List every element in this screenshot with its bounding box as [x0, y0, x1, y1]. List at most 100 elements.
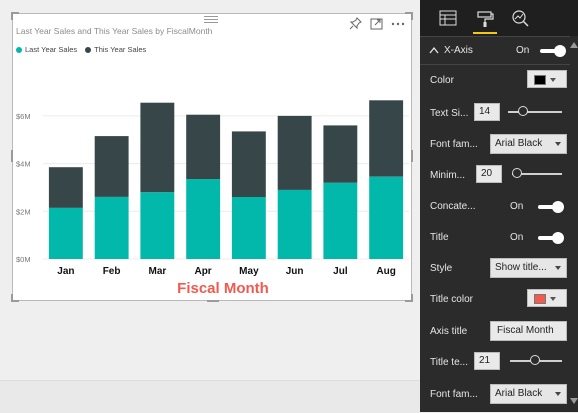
text-size-slider[interactable]	[508, 111, 562, 113]
font-family-label: Font fam...	[430, 139, 478, 150]
text-size-input[interactable]: 14	[474, 103, 500, 121]
format-pane: X-Axis On Color Text Si... 14 Font fam..…	[420, 0, 578, 412]
section-divider	[420, 64, 570, 65]
axis-title-row: Axis title Fiscal Month	[420, 319, 570, 345]
section-label: X-Axis	[444, 45, 473, 56]
bar-last-year-jul[interactable]	[323, 182, 358, 259]
y-tick-label: $6M	[16, 112, 31, 121]
concatenate-row: Concate... On	[420, 194, 570, 220]
font-family-value-2: Arial Black	[495, 388, 543, 399]
title-text-size-row: Title te... 21	[420, 350, 570, 376]
stacked-column-chart-visual[interactable]: Last Year Sales and This Year Sales by F…	[11, 12, 413, 302]
bar-this-year-aug[interactable]	[369, 100, 404, 177]
bar-last-year-jun[interactable]	[277, 189, 312, 259]
font-family-dropdown[interactable]: Arial Black	[490, 134, 567, 154]
color-label: Color	[430, 75, 454, 86]
y-tick-label: $2M	[16, 207, 31, 216]
bar-this-year-may[interactable]	[231, 131, 266, 197]
minimum-input[interactable]: 20	[476, 165, 502, 183]
text-size-label: Text Si...	[430, 108, 469, 119]
bar-this-year-mar[interactable]	[140, 102, 175, 193]
title-text-size-label: Title te...	[430, 357, 468, 368]
tab-analytics[interactable]	[508, 6, 532, 30]
style-row: Style Show title...	[420, 256, 570, 282]
bar-last-year-jan[interactable]	[48, 207, 83, 259]
x-tick-label: Feb	[103, 266, 121, 277]
y-tick-label: $0M	[16, 255, 31, 264]
bar-this-year-apr[interactable]	[186, 114, 221, 180]
pane-divider	[420, 36, 578, 37]
fields-icon	[439, 10, 457, 26]
bar-last-year-apr[interactable]	[186, 179, 221, 259]
color-swatch	[534, 75, 546, 85]
x-tick-label: Mar	[149, 266, 167, 277]
chevron-up-icon[interactable]	[429, 46, 439, 54]
title-color-swatch	[534, 294, 546, 304]
chevron-down-icon	[550, 78, 556, 82]
pane-scrollbar[interactable]	[570, 36, 578, 412]
axis-title-input[interactable]: Fiscal Month	[490, 321, 567, 341]
x-tick-label: Apr	[194, 266, 211, 277]
title-label: Title	[430, 232, 449, 243]
bar-this-year-jul[interactable]	[323, 125, 358, 183]
resize-handle-bottom-right-v[interactable]	[411, 294, 413, 302]
bar-last-year-may[interactable]	[231, 197, 266, 259]
style-dropdown[interactable]: Show title...	[490, 258, 567, 278]
font-family-dropdown-2[interactable]: Arial Black	[490, 384, 567, 404]
x-tick-label: Aug	[376, 266, 395, 277]
chevron-down-icon	[550, 297, 556, 301]
bar-this-year-jan[interactable]	[48, 167, 83, 208]
x-tick-label: Jul	[333, 266, 348, 277]
title-color-row: Title color	[420, 287, 570, 313]
x-tick-label: May	[239, 266, 259, 277]
x-axis-toggle[interactable]	[540, 44, 566, 58]
toggle-knob	[552, 232, 564, 244]
resize-handle-right[interactable]	[411, 150, 413, 162]
bar-last-year-mar[interactable]	[140, 192, 175, 259]
bar-this-year-jun[interactable]	[277, 115, 312, 190]
font-family-row: Font fam... Arial Black	[420, 132, 570, 158]
axis-title-label: Axis title	[430, 326, 468, 337]
chevron-down-icon	[555, 392, 561, 396]
title-color-label: Title color	[430, 294, 473, 305]
chevron-down-icon	[555, 142, 561, 146]
title-text-size-input[interactable]: 21	[474, 352, 500, 370]
x-tick-label: Jan	[57, 266, 74, 277]
text-size-slider-handle[interactable]	[518, 106, 528, 116]
minimum-row: Minim... 20	[420, 163, 570, 189]
title-toggle[interactable]	[538, 231, 564, 245]
font-family-label-2: Font fam...	[430, 389, 478, 400]
title-text-size-slider-handle[interactable]	[530, 355, 540, 365]
concatenate-toggle[interactable]	[538, 200, 564, 214]
analytics-icon	[512, 10, 529, 27]
title-color-picker-button[interactable]	[527, 289, 567, 307]
resize-handle-top-right-v[interactable]	[411, 12, 413, 20]
minimum-slider-handle[interactable]	[512, 168, 522, 178]
concatenate-toggle-text: On	[510, 201, 524, 212]
color-picker-button[interactable]	[527, 70, 567, 88]
title-toggle-text: On	[510, 232, 524, 243]
chevron-down-icon	[555, 266, 561, 270]
font-family-row-2: Font fam... Arial Black	[420, 382, 570, 408]
page-tabs-bar	[0, 380, 420, 413]
concatenate-label: Concate...	[430, 201, 476, 212]
title-row: Title On	[420, 225, 570, 251]
section-toggle-text: On	[516, 45, 530, 56]
scroll-down-icon[interactable]	[570, 398, 578, 404]
bar-last-year-feb[interactable]	[94, 197, 129, 259]
x-axis-section-header[interactable]: X-Axis On	[420, 38, 570, 64]
minimum-label: Minim...	[430, 170, 465, 181]
x-axis-title: Fiscal Month	[177, 280, 269, 297]
bar-last-year-aug[interactable]	[369, 176, 404, 259]
tab-format[interactable]	[473, 6, 497, 34]
style-value: Show title...	[495, 262, 547, 273]
y-tick-label: $4M	[16, 160, 31, 169]
scroll-up-icon[interactable]	[570, 42, 578, 48]
x-tick-label: Jun	[286, 266, 304, 277]
bar-this-year-feb[interactable]	[94, 136, 129, 197]
resize-handle-bottom[interactable]	[207, 300, 219, 302]
style-label: Style	[430, 263, 453, 274]
tab-fields[interactable]	[436, 6, 460, 30]
pane-tab-bar	[420, 0, 578, 36]
format-paint-roller-icon	[477, 11, 494, 27]
